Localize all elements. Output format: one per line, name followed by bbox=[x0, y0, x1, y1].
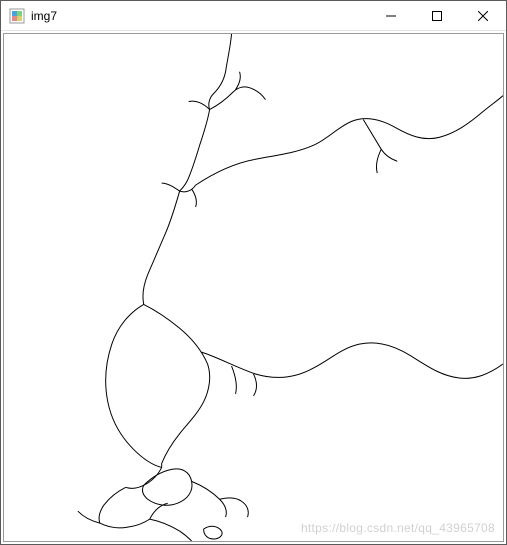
close-button[interactable] bbox=[460, 1, 506, 31]
close-icon bbox=[478, 11, 488, 21]
titlebar-left: img7 bbox=[1, 8, 368, 24]
window-frame: img7 bbox=[0, 0, 507, 545]
minimize-icon bbox=[386, 11, 396, 21]
maximize-icon bbox=[432, 11, 442, 21]
image-viewport: https://blog.csdn.net/qq_43965708 bbox=[3, 33, 504, 542]
edge-image bbox=[4, 34, 503, 541]
maximize-button[interactable] bbox=[414, 1, 460, 31]
window-title: img7 bbox=[31, 9, 57, 23]
minimize-button[interactable] bbox=[368, 1, 414, 31]
titlebar[interactable]: img7 bbox=[1, 1, 506, 31]
window-controls bbox=[368, 1, 506, 30]
app-icon bbox=[9, 8, 25, 24]
